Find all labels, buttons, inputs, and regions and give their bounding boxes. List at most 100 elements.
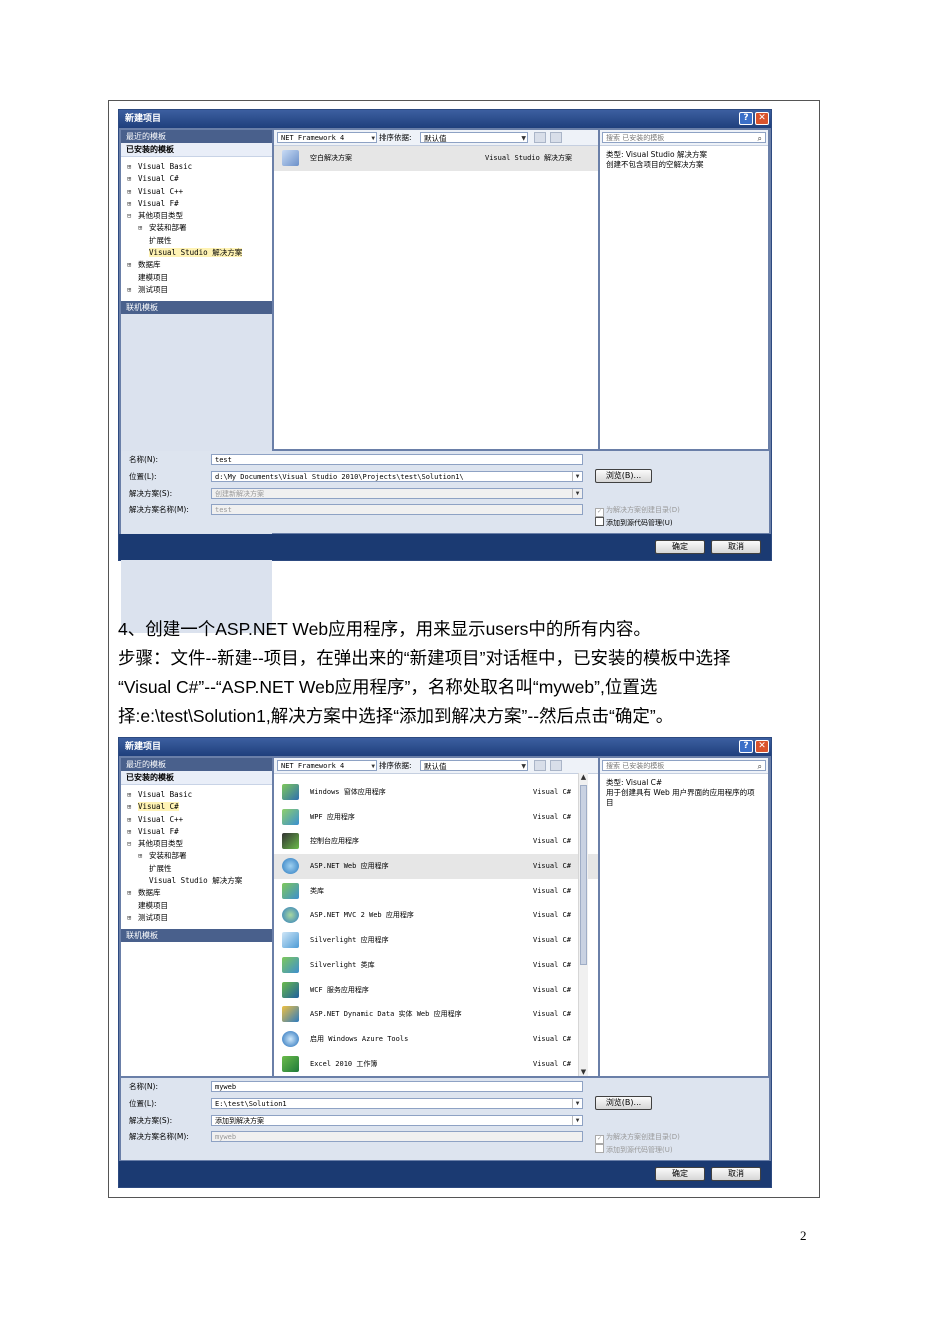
list-scrollbar[interactable]: ▲ ▼ <box>578 773 588 1076</box>
list-item[interactable]: Silverlight 类库 Visual C# <box>274 953 598 978</box>
browse-button[interactable]: 浏览(B)... <box>595 1096 652 1110</box>
tree-item-visual-cpp[interactable]: ⊞ Visual C++ <box>127 814 272 826</box>
source-control-checkbox[interactable]: 添加到源代码管理(U) <box>595 517 673 528</box>
expand-icon[interactable]: ⊞ <box>127 200 135 208</box>
expand-icon[interactable]: ⊞ <box>127 804 135 811</box>
help-button[interactable]: ? <box>739 112 753 125</box>
tree-item-extensibility[interactable]: 扩展性 <box>127 863 272 875</box>
tree-item-setup[interactable]: ⊞ 安装和部署 <box>127 850 272 862</box>
solution-select[interactable]: 添加到解决方案 ▼ <box>211 1115 583 1126</box>
details-view-icon[interactable] <box>550 760 562 771</box>
expand-icon[interactable]: ⊞ <box>127 792 135 799</box>
list-item[interactable]: ASP.NET Web 应用程序 Visual C# <box>274 854 598 879</box>
cancel-button[interactable]: 取消 <box>711 540 761 554</box>
create-dir-checkbox[interactable]: ✓ 为解决方案创建目录(D) <box>595 1132 680 1144</box>
search-bar: 搜索 已安装的模板 ⌕ <box>600 758 768 774</box>
cancel-button[interactable]: 取消 <box>711 1167 761 1181</box>
scroll-up-icon[interactable]: ▲ <box>579 773 588 781</box>
tree-item-other-types[interactable]: ⊟ 其他项目类型 <box>127 838 272 850</box>
sort-select[interactable]: 默认值 ▼ <box>420 760 528 771</box>
tree-item-vs-solutions[interactable]: Visual Studio 解决方案 <box>127 247 272 259</box>
chevron-down-icon: ▼ <box>371 763 375 770</box>
expand-icon[interactable]: ⊞ <box>127 164 135 171</box>
tree-item-visual-fsharp[interactable]: ⊞ Visual F# <box>127 198 272 210</box>
tree-item-visual-basic[interactable]: ⊞ Visual Basic <box>127 789 272 801</box>
list-item[interactable]: ASP.NET Dynamic Data 实体 Web 应用程序 Visual C… <box>274 1002 598 1027</box>
tree-item-extensibility[interactable]: 扩展性 <box>127 235 272 247</box>
location-field[interactable]: E:\test\Solution1 ▼ <box>211 1098 583 1109</box>
tree-item-test[interactable]: ⊞ 测试项目 <box>127 284 272 296</box>
online-templates[interactable]: 联机模板 <box>121 301 272 315</box>
browse-button[interactable]: 浏览(B)... <box>595 469 652 483</box>
tree-item-other-types[interactable]: ⊟ 其他项目类型 <box>127 210 272 222</box>
small-icons-view-icon[interactable] <box>534 760 546 771</box>
list-item[interactable]: Excel 2010 工作簿 Visual C# <box>274 1052 598 1076</box>
close-button[interactable]: ✕ <box>755 112 769 125</box>
ok-button[interactable]: 确定 <box>655 1167 705 1181</box>
expand-icon[interactable]: ⊞ <box>138 225 146 232</box>
recent-templates[interactable]: 最近的模板 <box>121 130 272 143</box>
recent-templates[interactable]: 最近的模板 <box>121 758 272 771</box>
tree-item-database[interactable]: ⊞ 数据库 <box>127 259 272 271</box>
close-button[interactable]: ✕ <box>755 740 769 753</box>
framework-select[interactable]: NET Framework 4 ▼ <box>277 132 377 143</box>
online-templates[interactable]: 联机模板 <box>121 929 272 943</box>
list-item[interactable]: WCF 服务应用程序 Visual C# <box>274 978 598 1003</box>
help-button[interactable]: ? <box>739 740 753 753</box>
expand-icon[interactable]: ⊞ <box>127 188 135 196</box>
expand-icon[interactable]: ⊞ <box>127 914 135 922</box>
solution-name-field[interactable]: test <box>211 504 583 515</box>
expand-icon[interactable]: ⊞ <box>127 828 135 836</box>
solution-select[interactable]: 创建新解决方案 ▼ <box>211 488 583 499</box>
expand-icon[interactable]: ⊞ <box>127 286 135 294</box>
expand-icon[interactable]: ⊞ <box>138 853 146 860</box>
expand-icon[interactable]: ⊞ <box>127 890 135 897</box>
expand-icon[interactable]: ⊞ <box>127 176 135 183</box>
name-field[interactable]: myweb <box>211 1081 583 1092</box>
tree-item-visual-fsharp[interactable]: ⊞ Visual F# <box>127 826 272 838</box>
sort-select[interactable]: 默认值 ▼ <box>420 132 528 143</box>
checkbox-icon <box>595 1144 604 1153</box>
tree-item-visual-csharp[interactable]: ⊞ Visual C# <box>127 173 272 185</box>
template-description: 类型: Visual C# 用于创建具有 Web 用户界面的应用程序的项目 <box>600 774 768 812</box>
tree-item-visual-cpp[interactable]: ⊞ Visual C++ <box>127 186 272 198</box>
tree-item-modeling[interactable]: 建模项目 <box>127 272 272 284</box>
expand-icon[interactable]: ⊞ <box>127 262 135 269</box>
list-item[interactable]: 控制台应用程序 Visual C# <box>274 829 598 854</box>
source-control-checkbox[interactable]: 添加到源代码管理(U) <box>595 1144 673 1155</box>
expand-icon[interactable]: ⊞ <box>127 816 135 824</box>
scroll-thumb[interactable] <box>580 785 587 965</box>
tree-item-test[interactable]: ⊞ 测试项目 <box>127 912 272 924</box>
list-item[interactable]: 启用 Windows Azure Tools Visual C# <box>274 1027 598 1052</box>
name-field[interactable]: test <box>211 454 583 465</box>
create-dir-checkbox[interactable]: ✓ 为解决方案创建目录(D) <box>595 505 680 517</box>
collapse-icon[interactable]: ⊟ <box>127 213 135 220</box>
tree-item-modeling[interactable]: 建模项目 <box>127 900 272 912</box>
search-input[interactable]: 搜索 已安装的模板 ⌕ <box>602 132 766 143</box>
step-line-3: 择:e:\test\Solution1,解决方案中选择“添加到解决方案”--然后… <box>118 706 674 726</box>
search-icon[interactable]: ⌕ <box>758 133 762 144</box>
list-item[interactable]: WPF 应用程序 Visual C# <box>274 805 598 830</box>
search-input[interactable]: 搜索 已安装的模板 ⌕ <box>602 760 766 771</box>
collapse-icon[interactable]: ⊟ <box>127 841 135 848</box>
search-icon[interactable]: ⌕ <box>758 761 762 772</box>
location-field[interactable]: d:\My Documents\Visual Studio 2010\Proje… <box>211 471 583 482</box>
framework-select[interactable]: NET Framework 4 ▼ <box>277 760 377 771</box>
ok-button[interactable]: 确定 <box>655 540 705 554</box>
tree-item-vs-solutions[interactable]: Visual Studio 解决方案 <box>127 875 272 887</box>
tree-item-database[interactable]: ⊞ 数据库 <box>127 887 272 899</box>
installed-templates[interactable]: 已安装的模板 <box>121 143 272 157</box>
list-item[interactable]: Silverlight 应用程序 Visual C# <box>274 928 598 953</box>
tree-item-setup[interactable]: ⊞ 安装和部署 <box>127 222 272 234</box>
details-view-icon[interactable] <box>550 132 562 143</box>
tree-item-visual-csharp[interactable]: ⊞ Visual C# <box>127 801 272 813</box>
installed-templates[interactable]: 已安装的模板 <box>121 771 272 785</box>
solution-name-field[interactable]: myweb <box>211 1131 583 1142</box>
list-item[interactable]: ASP.NET MVC 2 Web 应用程序 Visual C# <box>274 903 598 928</box>
small-icons-view-icon[interactable] <box>534 132 546 143</box>
scroll-down-icon[interactable]: ▼ <box>579 1068 588 1076</box>
list-item[interactable]: 类库 Visual C# <box>274 879 598 904</box>
tree-item-visual-basic[interactable]: ⊞ Visual Basic <box>127 161 272 173</box>
list-item[interactable]: 空白解决方案 Visual Studio 解决方案 <box>274 146 598 171</box>
list-item[interactable]: Windows 窗体应用程序 Visual C# <box>274 780 598 805</box>
